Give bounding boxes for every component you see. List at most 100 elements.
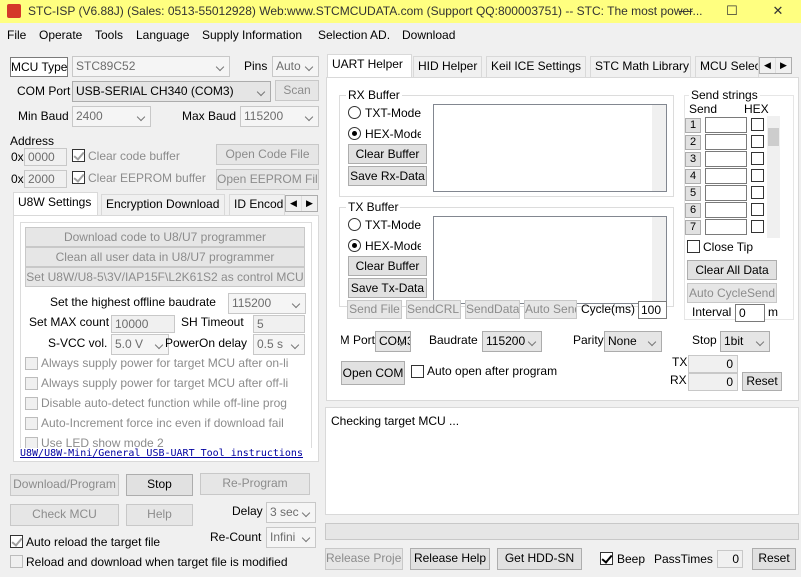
send-row-6-button[interactable]: 6 <box>685 203 701 218</box>
max-baud-select[interactable]: 115200 <box>240 106 319 127</box>
sh-timeout-input[interactable]: 5 <box>253 315 305 333</box>
rx-hex-mode-radio[interactable] <box>348 127 361 140</box>
auto-cycle-send-button[interactable]: Auto CycleSend <box>687 283 777 303</box>
right-tab-scroller[interactable]: ◀ ▶ <box>759 57 792 74</box>
open-code-file-button[interactable]: Open Code File <box>216 144 319 165</box>
clear-code-checkbox[interactable] <box>72 149 85 162</box>
release-project-button[interactable]: Release Project <box>325 548 403 570</box>
mcu-type-select[interactable]: STC89C52 <box>72 56 230 77</box>
left-tab-scroller[interactable]: ◀ ▶ <box>285 195 318 212</box>
menu-selection-ad[interactable]: Selection AD. <box>318 28 390 42</box>
baudrate-select[interactable]: 115200 <box>482 331 542 352</box>
reset-counters-button[interactable]: Reset <box>742 372 782 391</box>
clear-all-data-button[interactable]: Clear All Data <box>687 260 777 280</box>
send-row-2-hex-checkbox[interactable] <box>751 135 764 148</box>
close-tip-checkbox[interactable] <box>687 240 700 253</box>
send-row-3-button[interactable]: 3 <box>685 152 701 167</box>
send-row-5-input[interactable] <box>705 185 747 201</box>
send-data-button[interactable]: SendData <box>465 300 520 319</box>
offline-baud-select[interactable]: 115200 <box>228 293 306 314</box>
send-row-7-input[interactable] <box>705 219 747 235</box>
recount-select[interactable]: Infini <box>266 527 316 548</box>
reload-download-checkbox[interactable] <box>10 555 23 568</box>
send-row-3-input[interactable] <box>705 151 747 167</box>
stop-bits-select[interactable]: 1bit <box>720 331 770 352</box>
get-hdd-sn-button[interactable]: Get HDD-SN <box>497 548 582 570</box>
auto-open-checkbox[interactable] <box>411 365 424 378</box>
cycle-input[interactable]: 100 <box>638 301 667 319</box>
port-select[interactable]: COM3 <box>375 331 411 352</box>
com-port-select[interactable]: USB-SERIAL CH340 (COM3) <box>72 81 271 102</box>
tab-uart-helper[interactable]: UART Helper <box>327 54 412 77</box>
menu-download[interactable]: Download <box>402 28 455 42</box>
opt2-checkbox[interactable] <box>25 377 38 390</box>
chevron-left-icon[interactable]: ◀ <box>760 58 775 73</box>
delay-select[interactable]: 3 sec <box>266 502 316 523</box>
parity-select[interactable]: None <box>604 331 662 352</box>
chevron-right-icon[interactable]: ▶ <box>301 196 317 211</box>
maximize-icon[interactable]: ☐ <box>709 0 755 23</box>
send-row-2-input[interactable] <box>705 134 747 150</box>
send-row-4-button[interactable]: 4 <box>685 169 701 184</box>
send-row-1-input[interactable] <box>705 117 747 133</box>
download-to-u8-button[interactable]: Download code to U8/U7 programmer <box>25 227 305 247</box>
eeprom-address-input[interactable]: 2000 <box>24 170 67 188</box>
send-file-button[interactable]: Send File <box>347 300 402 319</box>
tab-hid-helper[interactable]: HID Helper <box>413 56 482 77</box>
min-baud-select[interactable]: 2400 <box>72 106 151 127</box>
rx-buffer-textarea[interactable] <box>433 104 667 192</box>
u8w-instructions-link[interactable]: U8W/U8W-Mini/General USB-UART Tool instr… <box>20 448 312 459</box>
mcu-type-button[interactable]: MCU Type <box>10 57 68 77</box>
menu-tools[interactable]: Tools <box>95 28 123 42</box>
help-button[interactable]: Help <box>126 504 193 526</box>
reprogram-button[interactable]: Re-Program <box>200 473 310 495</box>
chevron-right-icon[interactable]: ▶ <box>775 58 791 73</box>
clean-u8-data-button[interactable]: Clean all user data in U8/U7 programmer <box>25 247 305 267</box>
open-eeprom-file-button[interactable]: Open EEPROM File <box>216 169 319 190</box>
beep-checkbox[interactable] <box>600 552 613 565</box>
send-row-6-hex-checkbox[interactable] <box>751 203 764 216</box>
tab-keil-ice[interactable]: Keil ICE Settings <box>486 56 586 77</box>
open-com-button[interactable]: Open COM <box>341 361 405 385</box>
menu-file[interactable]: File <box>7 28 26 42</box>
send-row-5-button[interactable]: 5 <box>685 186 701 201</box>
tab-encryption-download[interactable]: Encryption Download <box>101 194 225 215</box>
auto-reload-checkbox[interactable] <box>10 535 23 548</box>
clear-eeprom-checkbox[interactable] <box>72 171 85 184</box>
tx-clear-buffer-button[interactable]: Clear Buffer <box>348 256 427 276</box>
send-row-2-button[interactable]: 2 <box>685 135 701 150</box>
tab-id-encode[interactable]: ID Encod <box>229 194 285 215</box>
opt1-checkbox[interactable] <box>25 357 38 370</box>
send-row-7-button[interactable]: 7 <box>685 220 701 235</box>
tx-txt-mode-radio[interactable] <box>348 218 361 231</box>
auto-send-button[interactable]: Auto Send <box>524 300 577 319</box>
tab-stc-math[interactable]: STC Math Library <box>590 56 691 77</box>
minimize-icon[interactable]: — <box>663 0 709 23</box>
send-row-4-input[interactable] <box>705 168 747 184</box>
save-rx-data-button[interactable]: Save Rx-Data <box>348 166 427 186</box>
tab-mcu-selection[interactable]: MCU Selec <box>695 56 759 77</box>
rx-clear-buffer-button[interactable]: Clear Buffer <box>348 144 427 164</box>
check-mcu-button[interactable]: Check MCU <box>10 504 119 526</box>
send-crlf-button[interactable]: SendCRLF <box>406 300 461 319</box>
menu-operate[interactable]: Operate <box>39 28 82 42</box>
set-control-mcu-button[interactable]: Set U8W/U8-5\3V/IAP15F\L2K61S2 as contro… <box>25 267 305 287</box>
rx-txt-mode-radio[interactable] <box>348 106 361 119</box>
opt3-checkbox[interactable] <box>25 397 38 410</box>
send-row-4-hex-checkbox[interactable] <box>751 169 764 182</box>
send-row-1-hex-checkbox[interactable] <box>751 118 764 131</box>
send-row-3-hex-checkbox[interactable] <box>751 152 764 165</box>
pins-select[interactable]: Auto <box>272 56 319 77</box>
tx-buffer-textarea[interactable] <box>433 216 667 304</box>
interval-input[interactable]: 0 <box>735 304 765 322</box>
stop-button[interactable]: Stop <box>126 474 193 496</box>
opt4-checkbox[interactable] <box>25 417 38 430</box>
scroll-thumb[interactable] <box>768 128 779 146</box>
send-row-1-button[interactable]: 1 <box>685 118 701 133</box>
svcc-select[interactable]: 5.0 V <box>111 334 169 355</box>
scan-button[interactable]: Scan <box>275 80 319 101</box>
chevron-left-icon[interactable]: ◀ <box>286 196 301 211</box>
poweron-delay-select[interactable]: 0.5 s <box>253 334 305 355</box>
menu-supply-information[interactable]: Supply Information <box>202 28 302 42</box>
menu-language[interactable]: Language <box>136 28 189 42</box>
